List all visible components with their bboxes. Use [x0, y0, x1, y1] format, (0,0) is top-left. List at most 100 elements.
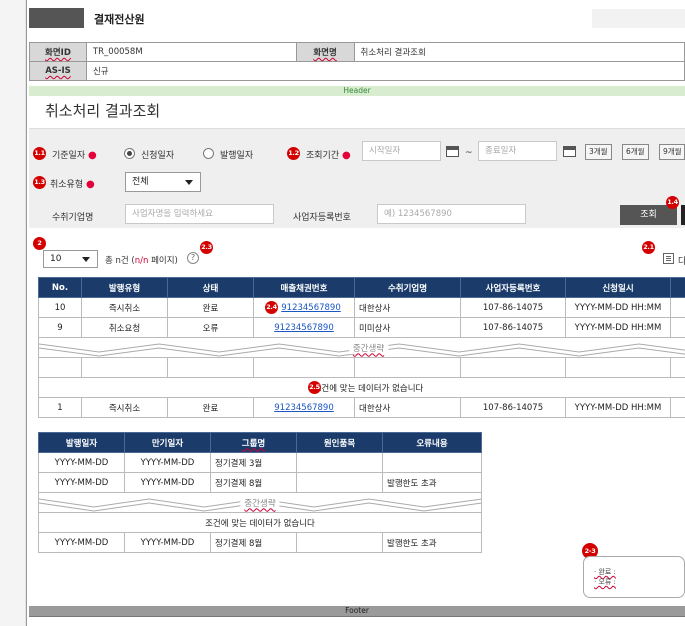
cell-blank — [167, 357, 254, 378]
cell-issue-date: YYYY-MM-DD — [38, 532, 125, 553]
table-row[interactable]: YYYY-MM-DD YYYY-MM-DD 정기결제 8월 발행한도 초과 — [38, 472, 482, 493]
frame-divider — [26, 0, 27, 626]
table-header-row: 발행일자 만기일자 그룹명 원인품목 오류내용 — [38, 432, 482, 453]
cell-bizno: 107-86-14075 — [460, 297, 566, 318]
table-row[interactable]: YYYY-MM-DD YYYY-MM-DD 정기결제 8월 발행한도 초과 — [38, 532, 482, 553]
app-title: 결재전산원 — [94, 13, 145, 26]
period-9-months-button[interactable]: 9개월 — [659, 144, 685, 160]
cell-bizno: 107-86-14075 — [460, 317, 566, 338]
col-header-error: 오류내용 — [382, 432, 482, 453]
status-tooltip: · 완료 : · 오류 : — [583, 556, 685, 598]
cell-bond-no-link[interactable]: 2.4 91234567890 — [253, 297, 355, 318]
cell-bond-no-link[interactable]: 91234567890 — [253, 397, 355, 418]
excel-download-icon[interactable] — [663, 253, 674, 264]
omission-label: 중간생략 — [348, 341, 389, 354]
col-header-applied-at: 신청일시 — [565, 277, 671, 298]
empty-message: 조건에 맞는 데이터가 없습니다 — [38, 512, 482, 533]
table-row[interactable]: 1 즉시취소 완료 91234567890 대한상사 107-86-14075 … — [38, 397, 685, 418]
period-6-months-button[interactable]: 6개월 — [622, 144, 649, 160]
col-header-extra — [670, 277, 685, 298]
chevron-down-icon — [82, 257, 90, 262]
col-header-status: 상태 — [167, 277, 254, 298]
required-mark: ● — [342, 150, 351, 161]
cell-blank — [253, 357, 355, 378]
date-range-tilde: ~ — [465, 148, 473, 158]
help-icon[interactable]: ? — [187, 252, 199, 264]
table-row[interactable]: 9 취소요청 오류 91234567890 미미상사 107-86-14075 … — [38, 317, 685, 338]
empty-message-row: 2.5 조건에 맞는 데이터가 없습니다 — [38, 377, 685, 398]
cell-blank — [565, 357, 671, 378]
header-region: Header — [29, 86, 685, 96]
asis-label: AS-IS — [29, 61, 87, 81]
cell-no: 9 — [38, 317, 82, 338]
annotation-badge-2: 2 — [33, 237, 46, 250]
screen-id-label: 화면ID — [29, 42, 87, 62]
tooltip-line-error: · 오류 : — [594, 578, 616, 586]
bond-no-link[interactable]: 91234567890 — [267, 303, 341, 313]
period-3-months-button[interactable]: 3개월 — [585, 144, 612, 160]
cell-status: 오류 — [167, 317, 254, 338]
col-header-issue-type: 발행유형 — [81, 277, 168, 298]
col-header-cause-item: 원인품목 — [296, 432, 383, 453]
cell-no: 1 — [38, 397, 82, 418]
start-date-input[interactable]: 시작일자 — [362, 141, 441, 161]
annotation-badge-1-3: 1.3 — [33, 176, 46, 189]
cell-blank — [81, 357, 168, 378]
table-row[interactable]: 10 즉시취소 완료 2.4 91234567890 대한상사 107-86-14… — [38, 297, 685, 318]
col-header-no: No. — [38, 277, 82, 298]
reset-button-edge[interactable] — [681, 205, 685, 225]
calendar-icon-start[interactable] — [446, 146, 459, 157]
footer-region: Footer — [29, 606, 685, 616]
blank-row — [38, 357, 685, 378]
cell-no: 10 — [38, 297, 82, 318]
page-size-select[interactable]: 10 — [43, 250, 98, 268]
asis-value: 신규 — [85, 61, 685, 81]
cancel-type-select[interactable]: 전체 — [125, 172, 201, 192]
radio-issue-date[interactable] — [203, 148, 214, 159]
chevron-down-icon — [185, 180, 193, 185]
col-header-bond-no: 매출채권번호 — [253, 277, 355, 298]
cell-blank — [354, 357, 461, 378]
tooltip-line-complete: · 완료 : — [594, 568, 616, 576]
cell-blank — [38, 357, 82, 378]
cell-group: 정기결제 3월 — [210, 452, 297, 473]
radio-apply-date[interactable] — [124, 148, 135, 159]
cell-extra — [670, 317, 685, 338]
annotation-badge-1-2: 1.2 — [287, 147, 300, 160]
cell-error — [382, 452, 482, 473]
col-header-receiver: 수취기업명 — [354, 277, 461, 298]
cell-error: 발행한도 초과 — [382, 532, 482, 553]
cancel-result-table: No. 발행유형 상태 매출채권번호 수취기업명 사업자등록번호 신청일시 10… — [38, 277, 685, 418]
required-mark: ● — [88, 150, 97, 161]
cell-due-date: YYYY-MM-DD — [124, 532, 211, 553]
cancel-type-value: 전체 — [132, 177, 149, 187]
table-row[interactable]: YYYY-MM-DD YYYY-MM-DD 정기결제 3월 — [38, 452, 482, 473]
cell-blank — [460, 357, 566, 378]
end-date-input[interactable]: 종료일자 — [478, 141, 557, 161]
cell-applied-at: YYYY-MM-DD HH:MM — [565, 317, 671, 338]
footer-divider — [29, 616, 685, 617]
screen-name-value: 취소처리 결과조회 — [353, 42, 685, 62]
col-header-group: 그룹명 — [210, 432, 297, 453]
annotation-badge-2-5: 2.5 — [308, 381, 321, 394]
calendar-icon-end[interactable] — [563, 146, 576, 157]
empty-message: 조건에 맞는 데이터가 없습니다 — [313, 383, 424, 394]
cell-group: 정기결제 8월 — [210, 472, 297, 493]
page-size-value: 10 — [50, 254, 62, 264]
cell-issue-date: YYYY-MM-DD — [38, 472, 125, 493]
cell-cause-item — [296, 472, 383, 493]
download-label-fragment[interactable]: 다 — [678, 254, 685, 267]
cell-receiver: 대한상사 — [354, 397, 461, 418]
topbar-utility-area — [592, 9, 685, 28]
omission-row: 중간생략 — [38, 492, 482, 513]
radio-issue-date-label: 발행일자 — [220, 151, 254, 161]
cell-bond-no-link[interactable]: 91234567890 — [253, 317, 355, 338]
table-header-row: No. 발행유형 상태 매출채권번호 수취기업명 사업자등록번호 신청일시 — [38, 277, 685, 298]
cell-status: 완료 — [167, 297, 254, 318]
cell-extra — [670, 397, 685, 418]
receiver-input[interactable]: 사업자명을 입력하세요 — [125, 204, 274, 224]
bizno-input[interactable]: 예) 1234567890 — [377, 204, 526, 224]
screen-name-label: 화면명 — [295, 42, 355, 62]
cancel-type-label: 취소유형 ● — [50, 179, 95, 190]
base-date-label: 기준일자 ● — [52, 150, 97, 161]
